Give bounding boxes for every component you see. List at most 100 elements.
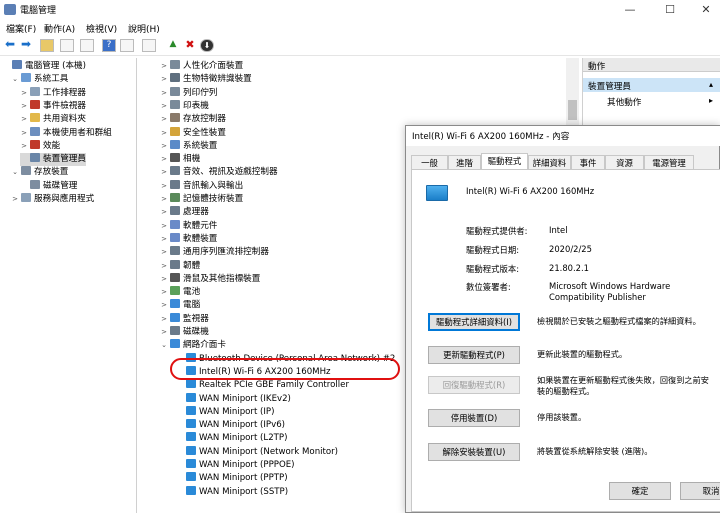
download-icon[interactable]: ⬇: [200, 39, 214, 52]
console-tree-item[interactable]: > 共用資料夾: [20, 113, 86, 126]
device-category[interactable]: > 軟體裝置: [160, 232, 217, 246]
expand-arrow-icon[interactable]: ⌄: [11, 166, 19, 179]
expand-arrow-icon[interactable]: >: [160, 313, 168, 326]
console-tree-item[interactable]: > 本機使用者和群組: [20, 126, 112, 140]
dialog-tab[interactable]: 一般: [411, 155, 448, 169]
cancel-button[interactable]: 取消: [680, 482, 720, 500]
view-icon[interactable]: [120, 39, 134, 52]
device-category[interactable]: > 滑鼠及其他指標裝置: [160, 272, 260, 286]
console-tree-item[interactable]: ⌄ 系統工具: [11, 73, 68, 86]
menu-action[interactable]: 動作(A): [44, 22, 75, 35]
device-category[interactable]: > 存放控制器: [160, 113, 226, 126]
expand-arrow-icon[interactable]: >: [160, 113, 168, 126]
dialog-tab[interactable]: 進階: [448, 155, 481, 169]
expand-arrow-icon[interactable]: >: [160, 273, 168, 286]
network-adapter-item[interactable]: WAN Miniport (IKEv2): [186, 392, 291, 406]
device-category[interactable]: > 列印佇列: [160, 86, 217, 100]
help-icon[interactable]: ?: [102, 39, 116, 52]
expand-arrow-icon[interactable]: >: [160, 220, 168, 233]
maximize-button[interactable]: ☐: [652, 0, 688, 20]
device-category[interactable]: > 韌體: [160, 259, 200, 273]
console-tree-item[interactable]: > 工作排程器: [20, 86, 86, 100]
collapse-arrow-icon[interactable]: ▴: [709, 80, 713, 89]
menu-help[interactable]: 說明(H): [128, 22, 160, 35]
expand-arrow-icon[interactable]: >: [20, 113, 28, 126]
device-category[interactable]: > 軟體元件: [160, 219, 217, 233]
dialog-tab[interactable]: 驅動程式: [481, 153, 528, 169]
device-category[interactable]: > 處理器: [160, 206, 209, 219]
expand-arrow-icon[interactable]: >: [160, 206, 168, 219]
expand-arrow-icon[interactable]: >: [160, 87, 168, 100]
update-driver-icon[interactable]: ▲: [166, 39, 180, 52]
console-tree-item[interactable]: 電腦管理 (本機): [2, 60, 86, 73]
driver-details-button[interactable]: 驅動程式詳細資料(I): [428, 313, 520, 331]
network-adapter-item[interactable]: Realtek PCIe GBE Family Controller: [186, 379, 349, 392]
network-adapter-item[interactable]: WAN Miniport (PPTP): [186, 472, 288, 485]
actions-section[interactable]: 裝置管理員: [588, 80, 631, 92]
uninstall-icon[interactable]: ✖: [183, 39, 197, 52]
expand-arrow-icon[interactable]: ⌄: [160, 339, 168, 352]
device-category[interactable]: > 電腦: [160, 299, 200, 312]
expand-arrow-icon[interactable]: >: [160, 127, 168, 140]
expand-arrow-icon[interactable]: >: [160, 299, 168, 312]
expand-arrow-icon[interactable]: >: [160, 180, 168, 193]
console-tree-icon[interactable]: [60, 39, 74, 52]
network-adapter-item[interactable]: WAN Miniport (IP): [186, 405, 274, 419]
expand-arrow-icon[interactable]: >: [160, 153, 168, 166]
device-category[interactable]: ⌄ 網路介面卡: [160, 339, 226, 352]
device-category[interactable]: > 通用序列匯流排控制器: [160, 246, 269, 259]
console-tree-item[interactable]: > 事件檢視器: [20, 99, 86, 113]
network-adapter-item[interactable]: WAN Miniport (Network Monitor): [186, 445, 338, 459]
device-category[interactable]: > 安全性裝置: [160, 126, 226, 140]
menu-file[interactable]: 檔案(F): [6, 22, 36, 35]
expand-arrow-icon[interactable]: >: [20, 100, 28, 113]
console-tree-item[interactable]: 磁碟管理: [20, 179, 77, 193]
menu-view[interactable]: 檢視(V): [86, 22, 117, 35]
forward-icon[interactable]: ➡: [19, 38, 33, 52]
device-category[interactable]: > 相機: [160, 153, 200, 166]
device-category[interactable]: > 音訊輸入與輸出: [160, 179, 243, 193]
expand-arrow-icon[interactable]: >: [160, 286, 168, 299]
disable-device-button[interactable]: 停用裝置(D): [428, 409, 520, 427]
expand-arrow-icon[interactable]: >: [160, 60, 168, 73]
expand-arrow-icon[interactable]: >: [160, 233, 168, 246]
console-tree-item[interactable]: ⌄ 存放裝置: [11, 166, 68, 179]
more-actions[interactable]: 其他動作: [607, 96, 641, 108]
expand-arrow-icon[interactable]: >: [160, 260, 168, 273]
device-category[interactable]: > 音效、視訊及遊戲控制器: [160, 166, 278, 179]
close-button[interactable]: ✕: [688, 0, 720, 20]
expand-arrow-icon[interactable]: >: [160, 140, 168, 153]
expand-arrow-icon[interactable]: >: [160, 73, 168, 86]
expand-arrow-icon[interactable]: ⌄: [11, 73, 19, 86]
roll-back-driver-button[interactable]: 回復驅動程式(R): [428, 376, 520, 394]
expand-arrow-icon[interactable]: >: [160, 326, 168, 339]
dialog-tab[interactable]: 詳細資料: [528, 155, 571, 169]
expand-arrow-icon[interactable]: >: [20, 87, 28, 100]
device-category[interactable]: > 監視器: [160, 312, 209, 326]
update-driver-button[interactable]: 更新驅動程式(P): [428, 346, 520, 364]
network-adapter-item[interactable]: WAN Miniport (L2TP): [186, 432, 287, 445]
network-adapter-item[interactable]: WAN Miniport (SSTP): [186, 485, 288, 499]
expand-arrow-icon[interactable]: >: [20, 140, 28, 153]
console-tree-item[interactable]: > 效能: [20, 139, 60, 153]
expand-arrow-icon[interactable]: >: [160, 100, 168, 113]
network-adapter-item[interactable]: WAN Miniport (PPPOE): [186, 459, 295, 472]
expand-arrow-icon[interactable]: >: [160, 166, 168, 179]
scrollbar-thumb[interactable]: [568, 100, 577, 120]
device-category[interactable]: > 磁碟機: [160, 326, 209, 339]
uninstall-device-button[interactable]: 解除安裝裝置(U): [428, 443, 520, 461]
back-icon[interactable]: ⬅: [3, 38, 17, 52]
console-tree-item[interactable]: > 服務與應用程式: [11, 193, 94, 206]
expand-arrow-icon[interactable]: >: [160, 246, 168, 259]
dialog-tab[interactable]: 電源管理: [644, 155, 694, 169]
dialog-tab[interactable]: 資源: [605, 155, 644, 169]
device-category[interactable]: > 記憶體技術裝置: [160, 193, 243, 206]
minimize-button[interactable]: —: [612, 0, 648, 20]
device-category[interactable]: > 人性化介面裝置: [160, 60, 243, 73]
device-category[interactable]: > 生物特徵辨識裝置: [160, 73, 252, 86]
console-tree-item[interactable]: 裝置管理員: [20, 153, 86, 167]
expand-arrow-icon[interactable]: >: [11, 193, 19, 206]
folder-up-icon[interactable]: [40, 39, 54, 52]
network-adapter-item[interactable]: WAN Miniport (IPv6): [186, 419, 285, 432]
device-category[interactable]: > 系統裝置: [160, 139, 217, 153]
